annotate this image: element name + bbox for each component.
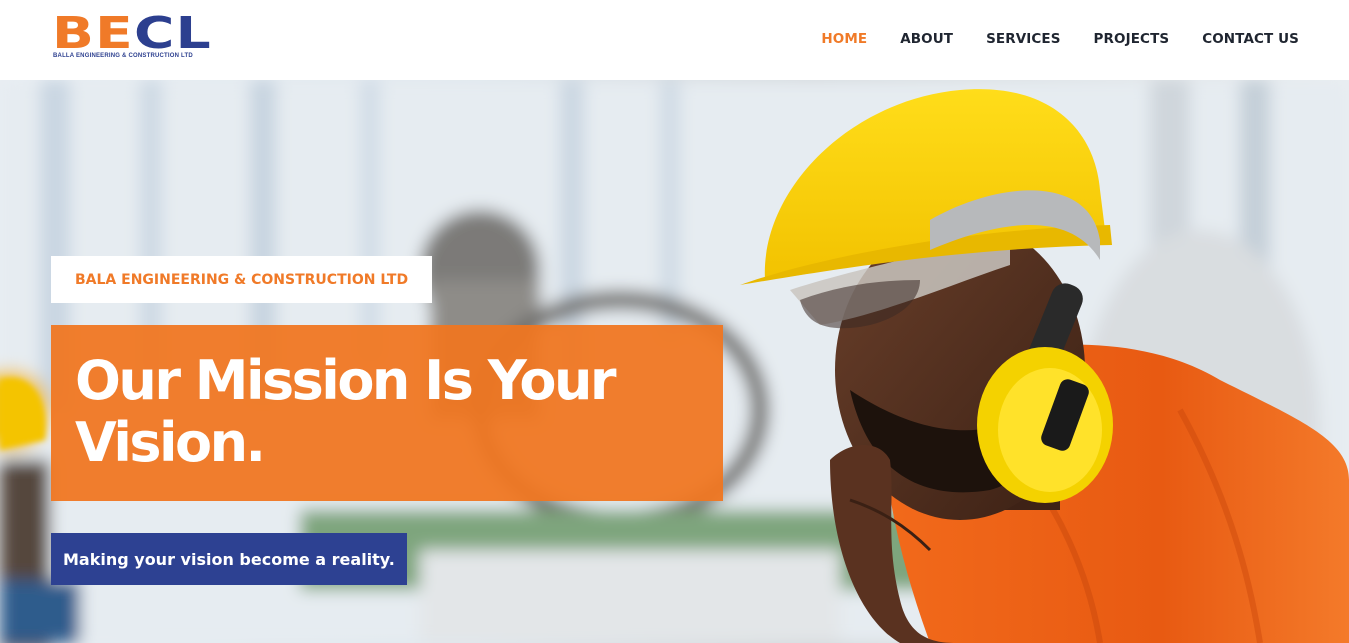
hero-headline: Our Mission Is Your Vision. xyxy=(75,349,617,474)
nav-about[interactable]: ABOUT xyxy=(900,31,953,47)
site-header: BECL BALLA ENGINEERING & CONSTRUCTION LT… xyxy=(0,0,1349,80)
main-nav: HOME ABOUT SERVICES PROJECTS CONTACT US xyxy=(821,31,1299,47)
hero-eyebrow: BALA ENGINEERING & CONSTRUCTION LTD xyxy=(51,256,433,303)
logo-letters-cl: CL xyxy=(133,8,212,59)
nav-contact-us[interactable]: CONTACT US xyxy=(1202,31,1299,47)
hero-section: BALA ENGINEERING & CONSTRUCTION LTD Our … xyxy=(0,80,1349,643)
hero-tagline: Making your vision become a reality. xyxy=(51,533,407,585)
logo-letters-be: BE xyxy=(52,8,134,59)
logo-wordmark: BECL xyxy=(52,12,212,56)
becl-logo[interactable]: BECL BALLA ENGINEERING & CONSTRUCTION LT… xyxy=(52,12,222,64)
nav-projects[interactable]: PROJECTS xyxy=(1094,31,1170,47)
headline-box: Our Mission Is Your Vision. xyxy=(51,325,723,501)
nav-services[interactable]: SERVICES xyxy=(986,31,1060,47)
nav-home[interactable]: HOME xyxy=(821,31,867,47)
logo-tagline: BALLA ENGINEERING & CONSTRUCTION LTD xyxy=(53,53,193,59)
